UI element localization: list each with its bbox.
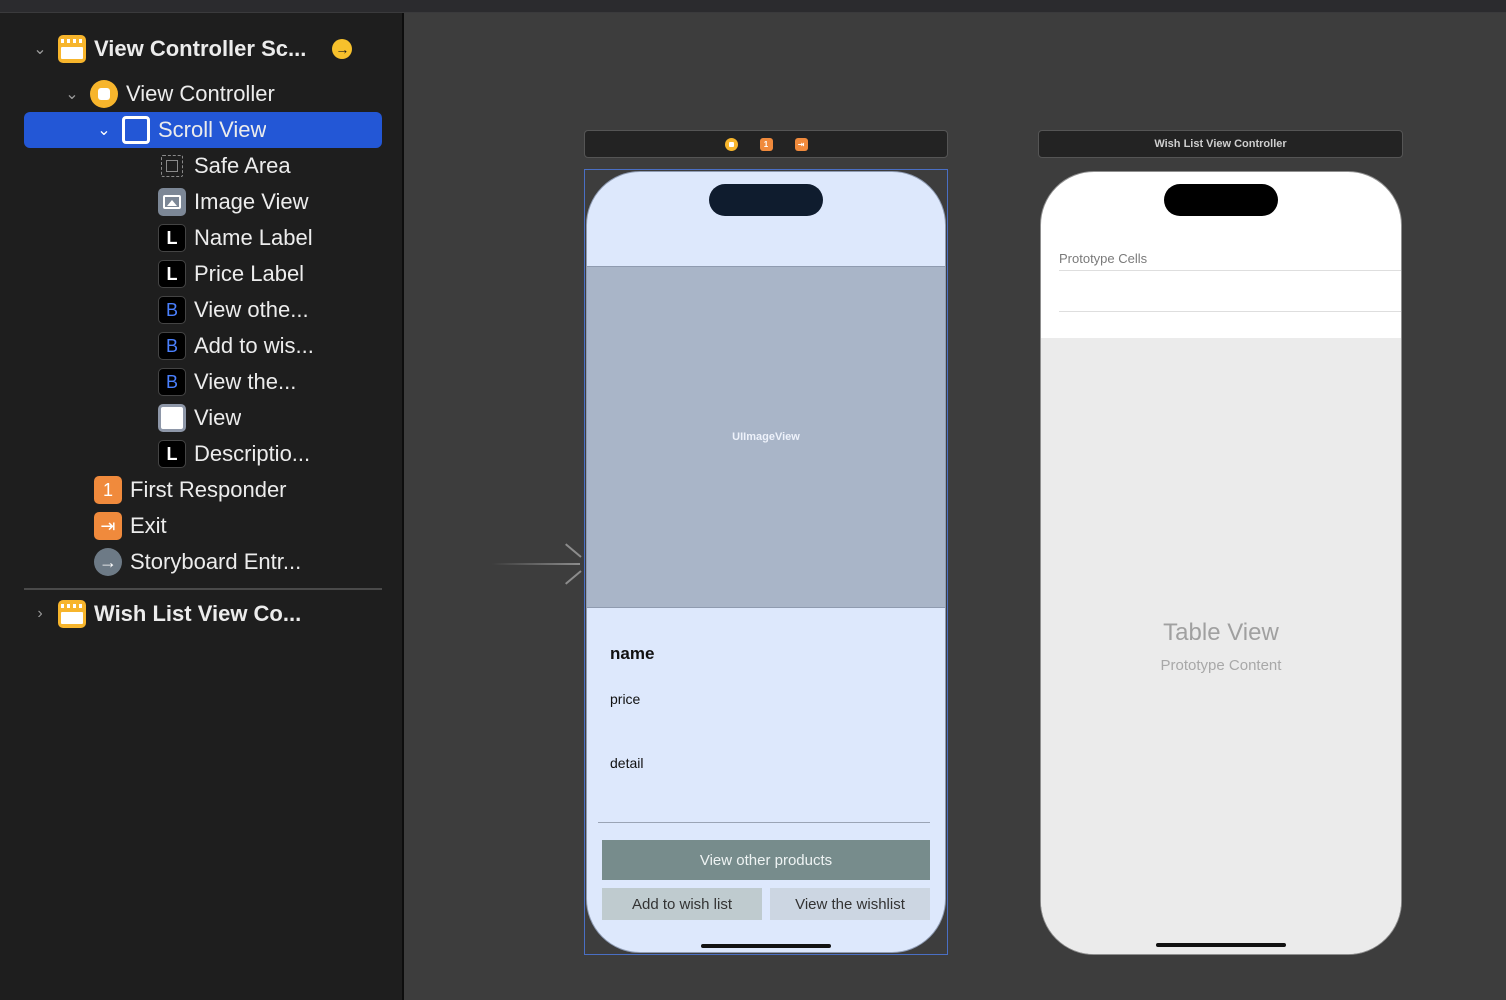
price-label[interactable]: price: [610, 691, 640, 707]
go-to-scene-arrow-icon[interactable]: →: [332, 39, 353, 59]
table-view-title: Table View: [1163, 619, 1279, 646]
outline-item-image-view[interactable]: Image View: [158, 184, 382, 220]
outline-item-name-label[interactable]: L Name Label: [158, 220, 382, 256]
button-icon: B: [158, 332, 186, 360]
outline-item-label: View: [194, 405, 242, 430]
storyboard-entry-icon: →: [94, 548, 122, 576]
outline-item-view-controller[interactable]: ⌄ View Controller: [62, 76, 382, 112]
scene-dock-view-controller[interactable]: 1 ⇥: [584, 130, 948, 158]
chevron-down-icon[interactable]: ⌄: [30, 39, 50, 59]
outline-divider: [24, 588, 382, 590]
view-icon: [158, 404, 186, 432]
storyboard-scene-icon: [58, 600, 86, 628]
outline-item-label: Storyboard Entr...: [130, 549, 302, 574]
outline-item-label: Safe Area: [194, 153, 291, 178]
view-controller-scene[interactable]: UIImageView name price detail View other…: [586, 171, 946, 953]
outline-item-label: Add to wis...: [194, 333, 314, 358]
wish-list-view-controller-scene[interactable]: Prototype Cells Table View Prototype Con…: [1040, 171, 1402, 955]
view-controller-icon[interactable]: [724, 137, 738, 151]
button-icon: B: [158, 296, 186, 324]
separator-view[interactable]: [598, 822, 930, 823]
outline-item-label: View the...: [194, 369, 297, 394]
table-view-subtitle: Prototype Content: [1160, 657, 1282, 674]
outline-item-view[interactable]: View: [158, 400, 382, 436]
outline-item-label: Image View: [194, 189, 309, 214]
label-icon: L: [158, 224, 186, 252]
image-view[interactable]: UIImageView: [587, 266, 945, 608]
document-outline[interactable]: ⌄ View Controller Sc... → ⌄ View Control…: [0, 13, 404, 1000]
button-icon: B: [158, 368, 186, 396]
name-label[interactable]: name: [610, 644, 654, 664]
prototype-cells-header: Prototype Cells: [1059, 251, 1148, 266]
outline-item-price-label[interactable]: L Price Label: [158, 256, 382, 292]
outline-item-label: View othe...: [194, 297, 309, 322]
dynamic-island: [1164, 184, 1278, 216]
description-label[interactable]: detail: [610, 755, 643, 771]
outline-item-view-the-button[interactable]: B View the...: [158, 364, 382, 400]
add-to-wish-list-button[interactable]: Add to wish list: [602, 888, 762, 920]
outline-item-scroll-view[interactable]: ⌄ Scroll View: [24, 112, 382, 148]
chevron-down-icon[interactable]: ⌄: [62, 84, 82, 104]
outline-item-wish-list-scene[interactable]: › Wish List View Co...: [30, 596, 382, 632]
outline-item-view-controller-scene[interactable]: ⌄ View Controller Sc... →: [30, 31, 374, 67]
top-toolbar-strip: [0, 0, 1506, 13]
outline-item-label: Scroll View: [158, 117, 267, 142]
chevron-down-icon[interactable]: ⌄: [94, 120, 114, 140]
storyboard-scene-icon: [58, 35, 86, 63]
image-view-placeholder: UIImageView: [732, 431, 800, 443]
label-icon: L: [158, 260, 186, 288]
outline-item-exit[interactable]: ⇥ Exit: [94, 508, 382, 544]
first-responder-icon[interactable]: 1: [759, 137, 773, 151]
chevron-right-icon[interactable]: ›: [30, 604, 50, 624]
outline-item-label: Name Label: [194, 225, 313, 250]
home-indicator: [701, 944, 831, 948]
outline-item-description-label[interactable]: L Descriptio...: [158, 436, 382, 472]
view-the-wishlist-button[interactable]: View the wishlist: [770, 888, 930, 920]
outline-item-add-to-wish-button[interactable]: B Add to wis...: [158, 328, 382, 364]
home-indicator: [1156, 943, 1286, 947]
scene-title: Wish List View Controller: [1154, 138, 1287, 150]
first-responder-icon: 1: [94, 476, 122, 504]
image-view-icon: [158, 188, 186, 216]
scene-dock-wish-list[interactable]: Wish List View Controller: [1038, 130, 1403, 158]
exit-icon[interactable]: ⇥: [794, 137, 808, 151]
outline-item-storyboard-entry[interactable]: → Storyboard Entr...: [94, 544, 382, 580]
cell-separator: [1059, 270, 1401, 271]
outline-item-label: Descriptio...: [194, 441, 311, 466]
outline-item-first-responder[interactable]: 1 First Responder: [94, 472, 382, 508]
outline-item-label: View Controller Sc...: [94, 36, 307, 61]
view-controller-icon: [90, 80, 118, 108]
exit-icon: ⇥: [94, 512, 122, 540]
outline-item-label: First Responder: [130, 477, 287, 502]
label-icon: L: [158, 440, 186, 468]
safe-area-icon: [161, 155, 183, 177]
view-other-products-button[interactable]: View other products: [602, 840, 930, 880]
scroll-view-icon: [122, 116, 150, 144]
outline-item-label: Wish List View Co...: [94, 601, 302, 626]
cell-separator: [1059, 311, 1401, 312]
outline-item-label: Exit: [130, 513, 167, 538]
outline-item-safe-area[interactable]: Safe Area: [158, 148, 382, 184]
dynamic-island: [709, 184, 823, 216]
outline-item-label: View Controller: [126, 81, 275, 106]
outline-item-label: Price Label: [194, 261, 305, 286]
storyboard-entry-arrow-head: [563, 552, 581, 576]
outline-item-view-other-button[interactable]: B View othe...: [158, 292, 382, 328]
